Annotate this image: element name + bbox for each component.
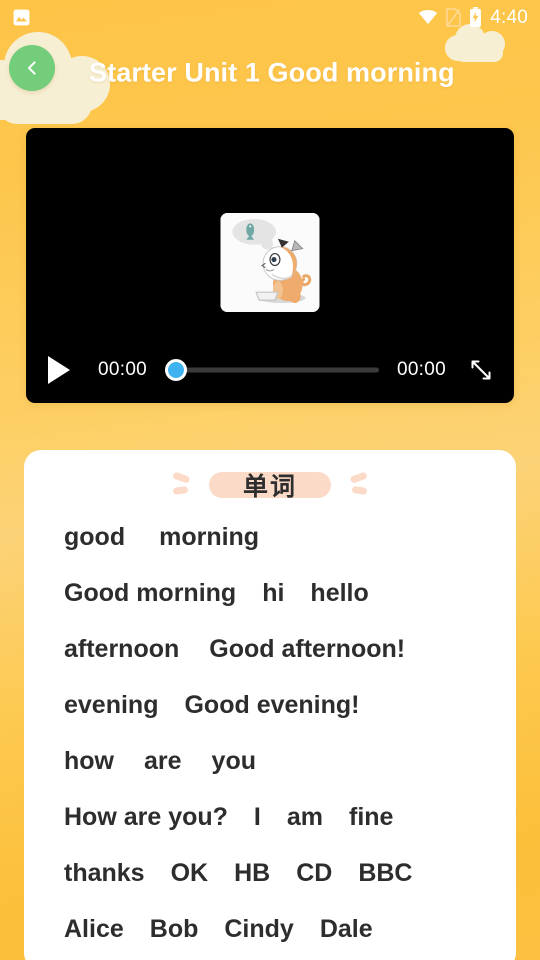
no-sim-icon: [446, 7, 462, 27]
video-poster-thumbnail: [220, 213, 320, 312]
word-token[interactable]: I: [254, 803, 261, 832]
status-bar-system-icons: 4:40: [418, 7, 528, 27]
word-token[interactable]: morning: [159, 523, 259, 552]
gallery-icon: [13, 9, 30, 25]
page-title: Starter Unit 1 Good morning: [89, 57, 455, 88]
word-token[interactable]: thanks: [64, 859, 145, 888]
word-token[interactable]: hi: [262, 579, 284, 608]
fullscreen-icon[interactable]: [468, 357, 494, 383]
player-controls: 00:00 00:00: [26, 337, 514, 403]
word-line: How are you? Iam fine: [64, 803, 516, 859]
word-line: evening Good evening!: [64, 691, 516, 747]
cat-thinking-of-fish-illustration: [220, 213, 320, 312]
word-line: Alice Bob Cindy Dale: [64, 915, 516, 960]
word-token[interactable]: Dale: [320, 915, 373, 944]
status-bar-notifications: [12, 8, 31, 27]
sparkle-icon-right: [350, 472, 367, 495]
duration-label: 00:00: [396, 359, 446, 380]
status-bar-clock: 4:40: [490, 6, 528, 28]
word-token[interactable]: hello: [310, 579, 368, 608]
word-token[interactable]: Good afternoon!: [209, 635, 405, 664]
word-token[interactable]: evening: [64, 691, 158, 720]
vocabulary-card: 单词 good morning Good morning hi hello afterno…: [24, 450, 516, 960]
chevron-left-icon: [28, 61, 36, 75]
word-token[interactable]: Cindy: [224, 915, 293, 944]
word-token[interactable]: OK: [171, 859, 209, 888]
status-bar: 4:40: [0, 0, 540, 34]
wifi-icon: [419, 10, 438, 25]
section-title: 单词: [242, 473, 297, 501]
seek-bar[interactable]: [165, 359, 379, 381]
seek-track: [175, 367, 379, 373]
word-token[interactable]: Bob: [150, 915, 199, 944]
video-player[interactable]: 00:00 00:00: [26, 128, 514, 403]
play-icon[interactable]: [46, 355, 72, 385]
word-token[interactable]: Good morning: [64, 579, 236, 608]
word-token[interactable]: fine: [349, 803, 393, 832]
word-token[interactable]: you: [212, 747, 256, 776]
word-token[interactable]: are: [144, 747, 182, 776]
battery-charging-icon: [470, 7, 482, 27]
word-token[interactable]: How are you?: [64, 803, 228, 832]
word-token[interactable]: BBC: [358, 859, 412, 888]
back-button[interactable]: [9, 45, 55, 91]
word-line: Good morning hi hello: [64, 579, 516, 635]
word-line: afternoon Good afternoon!: [64, 635, 516, 691]
word-token[interactable]: HB: [234, 859, 270, 888]
word-token[interactable]: am: [287, 803, 323, 832]
section-header: 单词: [24, 450, 516, 520]
word-token[interactable]: how: [64, 747, 114, 776]
sparkle-icon-left: [173, 472, 190, 495]
word-token[interactable]: good: [64, 523, 125, 552]
app-header: Starter Unit 1 Good morning: [0, 34, 540, 112]
word-line: thanks OK HB CD BBC: [64, 859, 516, 915]
seek-thumb[interactable]: [165, 359, 188, 381]
word-token[interactable]: CD: [296, 859, 332, 888]
word-token[interactable]: afternoon: [64, 635, 179, 664]
word-list: good morning Good morning hi hello afternoon G…: [24, 520, 516, 960]
word-line: how are you: [64, 747, 516, 803]
current-time-label: 00:00: [98, 359, 148, 380]
word-token[interactable]: Alice: [64, 915, 124, 944]
word-line: good morning: [64, 523, 516, 579]
word-token[interactable]: Good evening!: [184, 691, 359, 720]
